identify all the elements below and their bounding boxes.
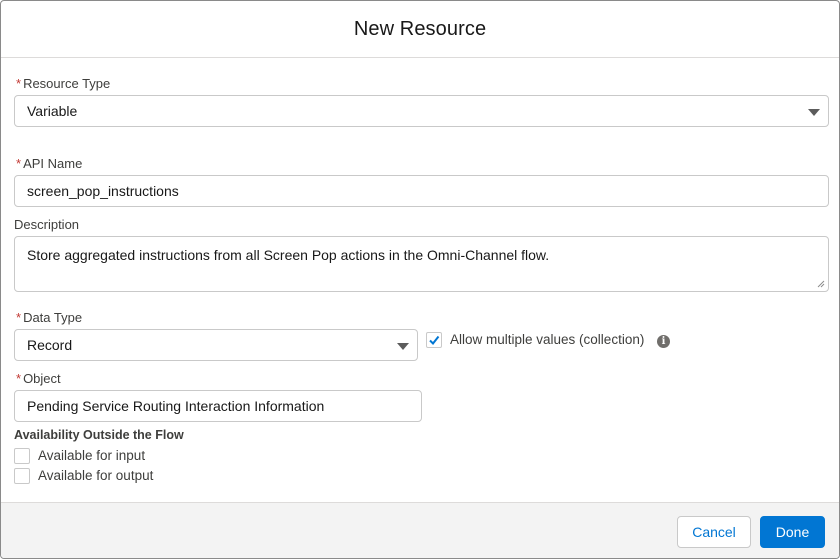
resource-type-label: * Resource Type [16, 76, 111, 91]
resize-grip-icon[interactable] [817, 280, 825, 288]
available-for-output-label: Available for output [38, 468, 154, 483]
api-name-label: * API Name [16, 156, 83, 171]
description-label: Description [14, 217, 80, 232]
chevron-down-icon [808, 109, 820, 116]
data-type-select[interactable]: Record [14, 329, 418, 361]
allow-multiple-label: Allow multiple values (collection) [450, 332, 645, 347]
info-icon[interactable]: i [657, 335, 670, 348]
object-label: * Object [16, 371, 61, 386]
required-marker: * [16, 76, 22, 91]
available-for-output-checkbox[interactable] [14, 468, 30, 484]
availability-section-title: Availability Outside the Flow [14, 428, 184, 442]
data-type-label: * Data Type [16, 310, 83, 325]
modal-title: New Resource [353, 17, 487, 40]
description-textarea[interactable]: Store aggregated instructions from all S… [14, 236, 829, 292]
required-marker: * [16, 310, 22, 325]
resource-type-select[interactable]: Variable [14, 95, 829, 127]
available-for-input-label: Available for input [38, 448, 146, 463]
allow-multiple-checkbox[interactable] [426, 332, 442, 348]
data-type-value: Record [27, 337, 73, 353]
description-value: Store aggregated instructions from all S… [27, 247, 550, 263]
api-name-value: screen_pop_instructions [27, 183, 179, 199]
required-marker: * [16, 371, 22, 386]
new-resource-modal: New Resource * Resource Type Variable * AP… [0, 0, 840, 559]
resource-type-value: Variable [27, 103, 78, 119]
available-for-input-checkbox[interactable] [14, 448, 30, 464]
cancel-button[interactable]: Cancel [677, 516, 751, 548]
modal-footer: Cancel Done [1, 502, 839, 558]
done-button[interactable]: Done [760, 516, 825, 548]
checkmark-icon [429, 335, 440, 346]
chevron-down-icon [397, 343, 409, 350]
api-name-input[interactable]: screen_pop_instructions [14, 175, 829, 207]
object-value: Pending Service Routing Interaction Info… [27, 398, 325, 414]
modal-header: New Resource [1, 1, 839, 58]
required-marker: * [16, 156, 22, 171]
object-input[interactable]: Pending Service Routing Interaction Info… [14, 390, 422, 422]
